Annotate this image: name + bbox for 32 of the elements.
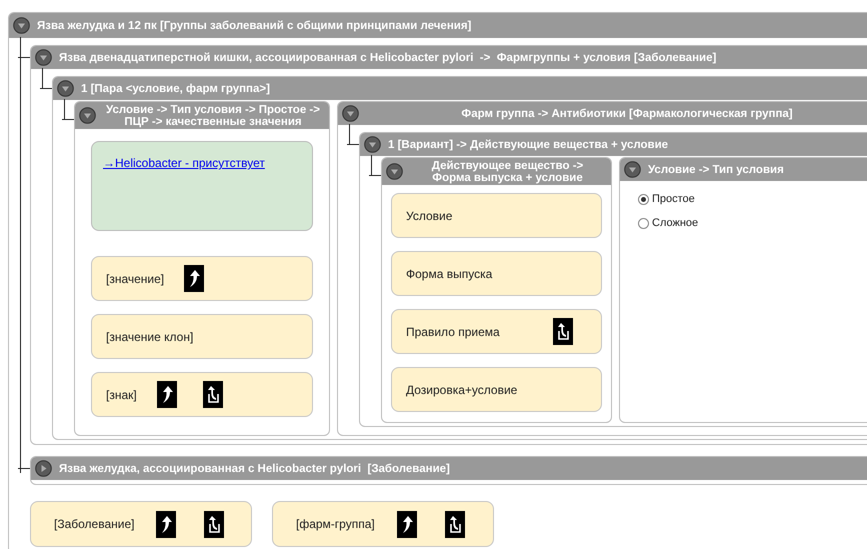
toggle-icon[interactable] — [35, 49, 52, 66]
card-label: Условие — [406, 208, 452, 222]
card-label: Форма выпуска — [406, 266, 492, 280]
panel-title: Язва желудка и 12 пк [Группы заболеваний с общими принципами лечения] — [37, 20, 472, 32]
panel-title: Условие -> Тип условия -> Простое -> ПЦР -> качественные значения — [105, 104, 321, 128]
card-label: [Заболевание] — [54, 517, 134, 531]
panel-title: Язва двенадцатиперстной кишки, ассоциированная с Helicobacter pylori -> Фармгруппы + условия [Заболевание] — [59, 52, 716, 64]
radio-label: Простое — [652, 193, 695, 205]
panel-title: 1 [Пара <условие, фарм группа>] — [81, 82, 270, 94]
toggle-icon[interactable] — [624, 161, 641, 178]
toggle-icon[interactable] — [364, 136, 381, 153]
card-label: [знак] — [106, 388, 137, 402]
radio-button[interactable] — [638, 218, 649, 228]
panel-title: Условие -> Тип условия — [648, 164, 784, 176]
panel-title: Действующее вещество -> Форма выпуска + условие — [430, 160, 584, 184]
panel-title: 1 [Вариант] -> Действующие вещества + условие — [388, 138, 668, 150]
toggle-icon[interactable] — [13, 17, 30, 34]
radio-label: Сложное — [652, 217, 698, 229]
toggle-icon[interactable] — [35, 460, 52, 477]
card-label: [значение] — [106, 272, 164, 286]
card-label: [фарм-группа] — [296, 517, 375, 531]
panel-title: Язва желудка, ассоциированная с Helicobacter pylori [Заболевание] — [59, 462, 450, 474]
panel-title: Фарм группа -> Антибиотики [Фармакологическая группа] — [460, 108, 794, 120]
link[interactable]: →Helicobacter - присутствует — [103, 156, 265, 170]
radio-button[interactable] — [638, 194, 649, 204]
card-label: Правило приема — [406, 324, 500, 338]
toggle-icon[interactable] — [57, 80, 74, 97]
toggle-icon[interactable] — [386, 163, 403, 180]
card-label: Дозировка+условие — [406, 382, 518, 396]
toggle-icon[interactable] — [342, 105, 359, 122]
card-label: [значение клон] — [106, 330, 194, 344]
toggle-icon[interactable] — [79, 107, 96, 124]
